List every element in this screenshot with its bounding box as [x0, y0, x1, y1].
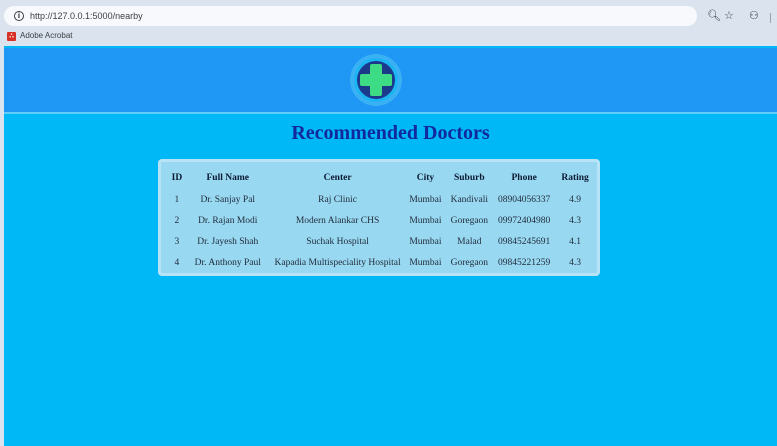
cell-suburb: Goregaon [450, 257, 489, 268]
site-header [4, 48, 777, 114]
cell-suburb: Kandivali [450, 194, 489, 205]
cell-full-name: Dr. Anthony Paul [194, 257, 261, 268]
cell-city: Mumbai [409, 194, 442, 205]
toolbar-divider [770, 13, 771, 23]
cell-rating: 4.3 [569, 215, 581, 226]
table-row: 3 Dr. Jayesh Shah Suchak Hospital Mumbai… [166, 231, 597, 252]
cell-full-name: Dr. Rajan Modi [198, 215, 258, 226]
address-bar[interactable]: i http://127.0.0.1:5000/nearby [4, 6, 697, 26]
url-text[interactable]: http://127.0.0.1:5000/nearby [30, 9, 143, 23]
doctors-table-card: ID Full Name Center City Suburb Phone Ra… [158, 159, 600, 276]
column-header-city: City [416, 173, 435, 183]
adobe-acrobat-icon: ∴ [7, 32, 16, 41]
column-header-rating: Rating [561, 173, 589, 183]
cell-city: Mumbai [409, 257, 442, 268]
column-header-center: Center [323, 173, 352, 183]
cell-suburb: Malad [457, 236, 482, 247]
cell-city: Mumbai [409, 215, 442, 226]
cell-rating: 4.9 [569, 194, 581, 205]
bookmark-star-icon[interactable]: ☆ [724, 10, 734, 22]
page-viewport: Recommended Doctors ID Full Name Center … [4, 46, 777, 446]
cell-phone: 09845221259 [498, 257, 551, 268]
cell-full-name: Dr. Sanjay Pal [200, 194, 256, 205]
cell-full-name: Dr. Jayesh Shah [197, 236, 259, 247]
cell-city: Mumbai [409, 236, 442, 247]
cell-center: Modern Alankar CHS [295, 215, 380, 226]
page-title: Recommended Doctors [291, 122, 490, 144]
table-header-row: ID Full Name Center City Suburb Phone Ra… [166, 167, 597, 189]
address-bar-row: i http://127.0.0.1:5000/nearby 🔍︎ ☆ ⚇ [0, 4, 777, 28]
cell-phone: 09972404980 [498, 215, 551, 226]
doctors-table: ID Full Name Center City Suburb Phone Ra… [166, 167, 597, 273]
bookmark-label: Adobe Acrobat [20, 31, 73, 40]
column-header-id: ID [171, 173, 183, 183]
cell-center: Kapadia Multispeciality Hospital [274, 257, 401, 268]
table-row: 1 Dr. Sanjay Pal Raj Clinic Mumbai Kandi… [166, 189, 597, 210]
cell-center: Suchak Hospital [306, 236, 369, 247]
zoom-icon[interactable]: 🔍︎ [707, 10, 721, 22]
column-header-suburb: Suburb [453, 173, 485, 183]
cell-suburb: Goregaon [450, 215, 489, 226]
site-info-icon[interactable]: i [14, 11, 24, 21]
table-row: 4 Dr. Anthony Paul Kapadia Multispeciali… [166, 252, 597, 273]
cell-id: 3 [174, 236, 180, 247]
medical-cross-logo-icon[interactable] [348, 52, 404, 108]
cell-id: 4 [174, 257, 180, 268]
extensions-icon[interactable]: ⚇ [749, 10, 759, 22]
bookmarks-bar: ∴ Adobe Acrobat [0, 28, 777, 46]
cell-center: Raj Clinic [318, 194, 357, 205]
cell-rating: 4.3 [569, 257, 581, 268]
column-header-full-name: Full Name [206, 173, 249, 183]
cell-phone: 08904056337 [498, 194, 551, 205]
cell-phone: 09845245691 [498, 236, 551, 247]
table-row: 2 Dr. Rajan Modi Modern Alankar CHS Mumb… [166, 210, 597, 231]
cell-rating: 4.1 [569, 236, 581, 247]
cell-id: 1 [174, 194, 180, 205]
column-header-phone: Phone [511, 173, 537, 183]
cell-id: 2 [174, 215, 180, 226]
